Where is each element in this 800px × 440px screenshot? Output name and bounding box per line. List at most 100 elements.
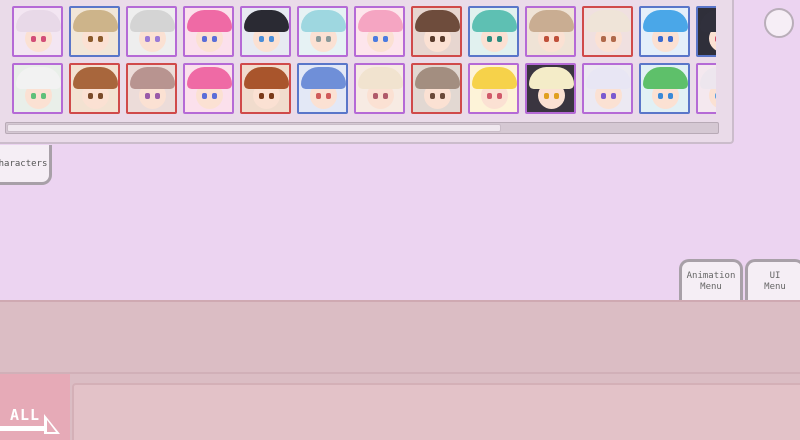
scrollbar-thumb[interactable] — [7, 124, 501, 132]
character-eye — [544, 36, 549, 42]
animation-menu-label: Animation Menu — [686, 270, 736, 292]
character-portrait[interactable] — [468, 63, 519, 114]
character-portrait[interactable] — [297, 63, 348, 114]
character-eye — [658, 93, 663, 99]
character-eye — [259, 93, 264, 99]
character-portrait[interactable] — [582, 6, 633, 57]
character-hair — [700, 67, 716, 89]
character-eye — [269, 93, 274, 99]
character-portrait[interactable] — [639, 6, 690, 57]
character-hair — [244, 67, 289, 89]
character-hair — [16, 67, 61, 89]
character-hair — [16, 10, 61, 32]
character-portrait[interactable] — [12, 6, 63, 57]
character-portrait[interactable] — [240, 6, 291, 57]
character-eye — [611, 93, 616, 99]
character-eye — [41, 36, 46, 42]
character-eye — [601, 36, 606, 42]
character-portrait[interactable] — [411, 63, 462, 114]
character-eye — [554, 36, 559, 42]
character-eye — [668, 36, 673, 42]
character-hair — [586, 67, 631, 89]
round-button[interactable] — [764, 8, 794, 38]
filter-arrow-icon — [44, 414, 60, 434]
character-portrait[interactable] — [582, 63, 633, 114]
character-eye — [715, 36, 716, 42]
character-eye — [88, 93, 93, 99]
character-portrait[interactable] — [639, 63, 690, 114]
character-portrait[interactable] — [696, 63, 716, 114]
characters-tab-label: haracters — [0, 158, 48, 169]
character-eye — [88, 36, 93, 42]
character-eye — [430, 93, 435, 99]
character-eye — [373, 93, 378, 99]
character-eye — [41, 93, 46, 99]
character-grid — [12, 6, 716, 114]
character-eye — [202, 93, 207, 99]
character-grid-panel — [0, 0, 734, 144]
character-hair — [643, 67, 688, 89]
character-hair — [529, 67, 574, 89]
content-area — [72, 383, 800, 440]
character-eye — [715, 93, 716, 99]
character-eye — [601, 93, 606, 99]
character-hair — [700, 10, 716, 32]
character-portrait[interactable] — [126, 63, 177, 114]
character-hair — [301, 10, 346, 32]
character-eye — [440, 36, 445, 42]
character-hair — [472, 10, 517, 32]
character-eye — [326, 93, 331, 99]
character-eye — [383, 93, 388, 99]
character-eye — [658, 36, 663, 42]
character-portrait[interactable] — [69, 63, 120, 114]
character-hair — [529, 10, 574, 32]
ui-menu-tab[interactable]: UI Menu — [745, 259, 800, 301]
character-portrait[interactable] — [525, 63, 576, 114]
character-hair — [130, 10, 175, 32]
all-filter-underline — [0, 426, 50, 431]
character-portrait[interactable] — [525, 6, 576, 57]
character-hair — [301, 67, 346, 89]
character-portrait[interactable] — [696, 6, 716, 57]
character-hair — [130, 67, 175, 89]
character-eye — [497, 36, 502, 42]
characters-tab[interactable]: haracters — [0, 145, 52, 185]
character-hair — [358, 10, 403, 32]
character-eye — [383, 36, 388, 42]
character-eye — [202, 36, 207, 42]
all-filter-label: ALL — [10, 406, 41, 424]
character-portrait[interactable] — [240, 63, 291, 114]
character-eye — [326, 36, 331, 42]
character-row — [12, 63, 716, 114]
character-portrait[interactable] — [297, 6, 348, 57]
horizontal-scrollbar[interactable] — [5, 122, 719, 134]
character-eye — [440, 93, 445, 99]
character-portrait[interactable] — [354, 63, 405, 114]
character-portrait[interactable] — [69, 6, 120, 57]
character-eye — [487, 93, 492, 99]
character-eye — [668, 93, 673, 99]
character-portrait[interactable] — [183, 6, 234, 57]
character-portrait[interactable] — [126, 6, 177, 57]
character-hair — [415, 67, 460, 89]
character-row — [12, 6, 716, 57]
character-hair — [643, 10, 688, 32]
character-portrait[interactable] — [12, 63, 63, 114]
character-portrait[interactable] — [354, 6, 405, 57]
character-portrait[interactable] — [411, 6, 462, 57]
animation-menu-tab[interactable]: Animation Menu — [679, 259, 743, 301]
character-eye — [98, 36, 103, 42]
character-portrait[interactable] — [183, 63, 234, 114]
character-hair — [358, 67, 403, 89]
character-eye — [31, 36, 36, 42]
character-hair — [244, 10, 289, 32]
character-eye — [316, 93, 321, 99]
character-eye — [430, 36, 435, 42]
character-eye — [554, 93, 559, 99]
character-hair — [187, 10, 232, 32]
character-eye — [487, 36, 492, 42]
character-eye — [497, 93, 502, 99]
character-eye — [269, 36, 274, 42]
character-eye — [155, 36, 160, 42]
character-portrait[interactable] — [468, 6, 519, 57]
